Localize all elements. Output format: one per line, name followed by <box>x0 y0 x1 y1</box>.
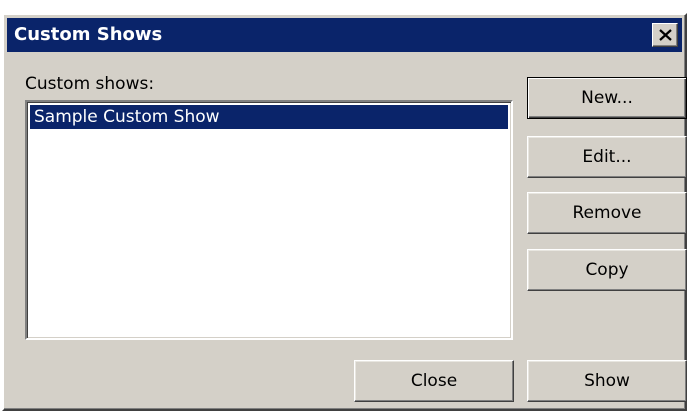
list-item[interactable]: Sample Custom Show <box>30 105 508 129</box>
close-button[interactable]: Close <box>354 360 514 402</box>
edit-button[interactable]: Edit... <box>527 136 687 178</box>
close-window-button[interactable] <box>652 23 678 47</box>
close-icon <box>659 29 672 41</box>
remove-button[interactable]: Remove <box>527 192 687 234</box>
custom-shows-list[interactable]: Sample Custom Show <box>25 100 513 340</box>
show-button[interactable]: Show <box>527 360 687 402</box>
new-button[interactable]: New... <box>527 77 687 119</box>
copy-button[interactable]: Copy <box>527 249 687 291</box>
title-bar[interactable]: Custom Shows <box>7 18 682 52</box>
custom-shows-label: Custom shows: <box>25 74 155 94</box>
window-title: Custom Shows <box>14 24 163 45</box>
